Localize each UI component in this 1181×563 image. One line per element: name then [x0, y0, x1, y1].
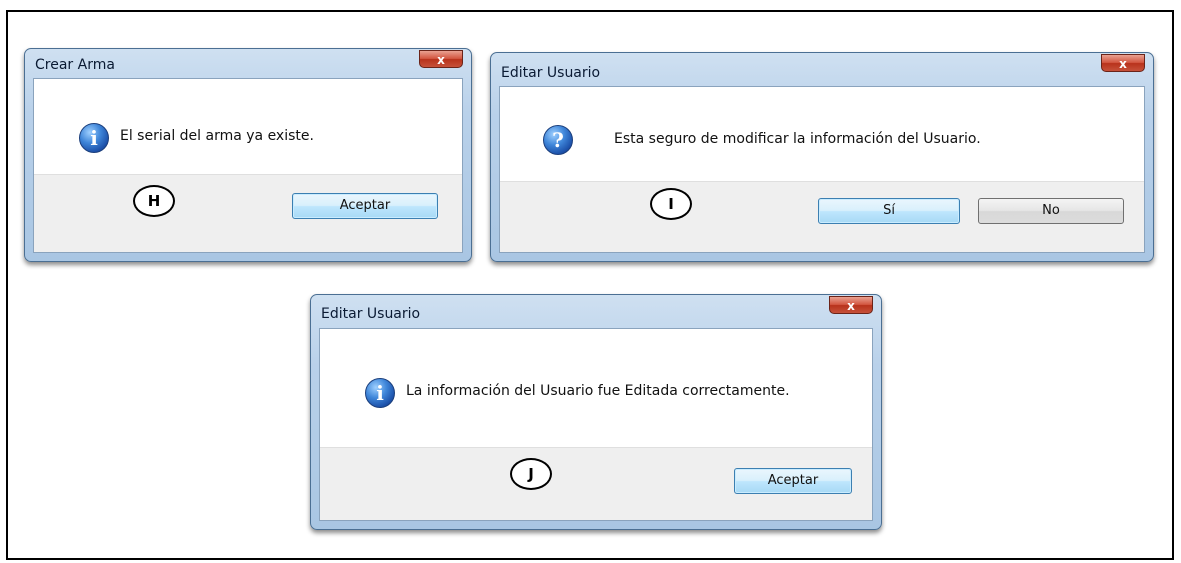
dialog-client: i La información del Usuario fue Editada… — [319, 328, 873, 521]
dialog-title: Editar Usuario — [321, 306, 421, 322]
dialog-footer: J Aceptar — [320, 447, 872, 520]
aceptar-button[interactable]: Aceptar — [292, 193, 438, 219]
annotation-marker: J — [510, 458, 552, 490]
dialog-title: Crear Arma — [35, 57, 115, 73]
dialog-title: Editar Usuario — [501, 65, 601, 81]
info-icon: i — [365, 378, 395, 408]
close-button[interactable]: x — [419, 50, 463, 68]
aceptar-button[interactable]: Aceptar — [734, 468, 852, 494]
dialog-message: La información del Usuario fue Editada c… — [406, 383, 790, 399]
dialog-editar-usuario-success: Editar Usuario x i La información del Us… — [310, 294, 882, 530]
annotation-marker: I — [650, 188, 692, 220]
dialog-footer: H Aceptar — [34, 174, 462, 252]
dialog-client: ? Esta seguro de modificar la informació… — [499, 86, 1145, 253]
question-icon: ? — [543, 125, 573, 155]
info-icon: i — [79, 123, 109, 153]
dialog-client: i El serial del arma ya existe. H Acepta… — [33, 78, 463, 253]
dialog-message: Esta seguro de modificar la información … — [614, 131, 981, 147]
close-button[interactable]: x — [829, 296, 873, 314]
annotation-marker: H — [133, 185, 175, 217]
no-button[interactable]: No — [978, 198, 1124, 224]
si-button[interactable]: Sí — [818, 198, 960, 224]
dialog-footer: I Sí No — [500, 181, 1144, 252]
dialog-editar-usuario-confirm: Editar Usuario x ? Esta seguro de modifi… — [490, 52, 1154, 262]
close-button[interactable]: x — [1101, 54, 1145, 72]
dialog-crear-arma: Crear Arma x i El serial del arma ya exi… — [24, 48, 472, 262]
dialog-message: El serial del arma ya existe. — [120, 128, 314, 144]
